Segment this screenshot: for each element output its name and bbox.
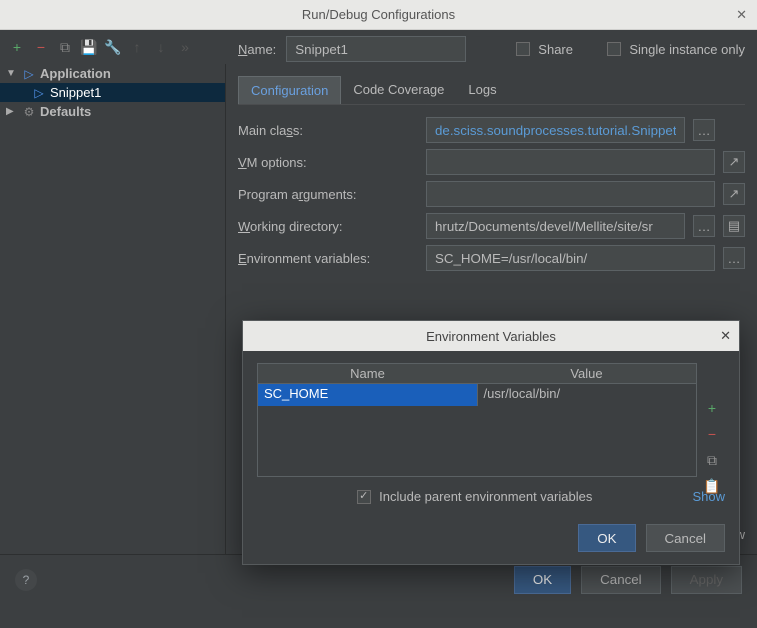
tab-coverage[interactable]: Code Coverage <box>341 76 456 104</box>
single-instance-checkbox[interactable] <box>607 42 621 56</box>
application-icon: ▷ <box>22 67 36 81</box>
help-icon[interactable]: ? <box>15 569 37 591</box>
dialog-title: Environment Variables <box>426 329 556 344</box>
share-label: Share <box>538 42 573 57</box>
chevron-right-icon: ▶ <box>6 106 18 117</box>
left-panel: + − ⧉ 💾 🔧 ↑ ↓ » ▼ ▷ Application <box>0 30 226 554</box>
main-content: + − ⧉ 💾 🔧 ↑ ↓ » ▼ ▷ Application <box>0 30 757 628</box>
table-empty <box>258 406 696 476</box>
tree-defaults[interactable]: ▶ ⚙ Defaults <box>0 102 225 121</box>
copy-icon[interactable]: ⧉ <box>703 451 721 469</box>
tree-snippet[interactable]: ▷ Snippet1 <box>0 83 225 102</box>
main-class-label: Main class: <box>238 123 418 138</box>
move-up-icon[interactable]: ↑ <box>128 38 146 56</box>
chevron-down-icon: ▼ <box>6 68 18 79</box>
tab-logs[interactable]: Logs <box>456 76 508 104</box>
cell-value: /usr/local/bin/ <box>477 384 697 406</box>
tree-label: Application <box>40 66 111 81</box>
add-icon[interactable]: + <box>8 38 26 56</box>
expand-icon[interactable]: » <box>176 38 194 56</box>
program-args-label: Program arguments: <box>238 187 418 202</box>
move-down-icon[interactable]: ↓ <box>152 38 170 56</box>
include-parent-checkbox[interactable] <box>357 490 371 504</box>
vm-options-label: VM options: <box>238 155 418 170</box>
close-icon[interactable]: ✕ <box>720 328 731 344</box>
cancel-button[interactable]: Cancel <box>646 524 726 552</box>
env-table: Name Value SC_HOME /usr/local/bin/ <box>257 363 697 477</box>
tab-configuration[interactable]: Configuration <box>238 76 341 104</box>
tree-application[interactable]: ▼ ▷ Application <box>0 64 225 83</box>
list-dir-icon[interactable]: ▤ <box>723 215 745 237</box>
config-tree: ▼ ▷ Application ▷ Snippet1 ▶ ⚙ Defaults <box>0 64 226 554</box>
apply-button[interactable]: Apply <box>671 566 742 594</box>
save-icon[interactable]: 💾 <box>80 38 98 56</box>
col-name: Name <box>258 364 477 383</box>
cell-name: SC_HOME <box>258 384 477 406</box>
run-debug-window: Run/Debug Configurations ✕ + − ⧉ 💾 🔧 ↑ ↓… <box>0 0 757 628</box>
include-parent-label: Include parent environment variables <box>379 489 592 504</box>
working-dir-label: Working directory: <box>238 219 418 234</box>
browse-env-button[interactable]: … <box>723 247 745 269</box>
tree-toolbar: + − ⧉ 💾 🔧 ↑ ↓ » <box>0 30 226 64</box>
titlebar: Run/Debug Configurations ✕ <box>0 0 757 30</box>
application-icon: ▷ <box>32 86 46 100</box>
tree-label: Defaults <box>40 104 91 119</box>
program-args-input[interactable] <box>426 181 715 207</box>
expand-args-icon[interactable]: ↗ <box>723 183 745 205</box>
table-header: Name Value <box>258 364 696 384</box>
name-label: Name: <box>238 42 276 57</box>
tree-label: Snippet1 <box>50 85 101 100</box>
add-icon[interactable]: + <box>703 399 721 417</box>
cancel-button[interactable]: Cancel <box>581 566 661 594</box>
gear-icon: ⚙ <box>22 105 36 119</box>
expand-vm-icon[interactable]: ↗ <box>723 151 745 173</box>
working-dir-input[interactable] <box>426 213 685 239</box>
table-row[interactable]: SC_HOME /usr/local/bin/ <box>258 384 696 406</box>
browse-dir-button[interactable]: … <box>693 215 715 237</box>
table-toolbar: + − ⧉ 📋 <box>703 399 721 495</box>
remove-icon[interactable]: − <box>32 38 50 56</box>
close-icon[interactable]: ✕ <box>736 7 747 23</box>
main-class-input[interactable] <box>426 117 685 143</box>
copy-icon[interactable]: ⧉ <box>56 38 74 56</box>
config-form: Main class: … VM options: ↗ Program argu… <box>238 117 745 271</box>
col-value: Value <box>477 364 696 383</box>
remove-icon[interactable]: − <box>703 425 721 443</box>
settings-icon[interactable]: 🔧 <box>104 38 122 56</box>
single-instance-label: Single instance only <box>629 42 745 57</box>
ok-button[interactable]: OK <box>578 524 635 552</box>
name-input[interactable] <box>286 36 466 62</box>
paste-icon[interactable]: 📋 <box>703 477 721 495</box>
window-title: Run/Debug Configurations <box>302 7 455 22</box>
env-vars-label: Environment variables: <box>238 251 418 266</box>
ok-button[interactable]: OK <box>514 566 571 594</box>
dialog-titlebar: Environment Variables ✕ <box>243 321 739 351</box>
share-checkbox[interactable] <box>516 42 530 56</box>
tabs: Configuration Code Coverage Logs <box>238 76 745 105</box>
env-vars-dialog: Environment Variables ✕ Name Value <box>242 320 740 565</box>
vm-options-input[interactable] <box>426 149 715 175</box>
browse-main-class-button[interactable]: … <box>693 119 715 141</box>
env-vars-input[interactable] <box>426 245 715 271</box>
